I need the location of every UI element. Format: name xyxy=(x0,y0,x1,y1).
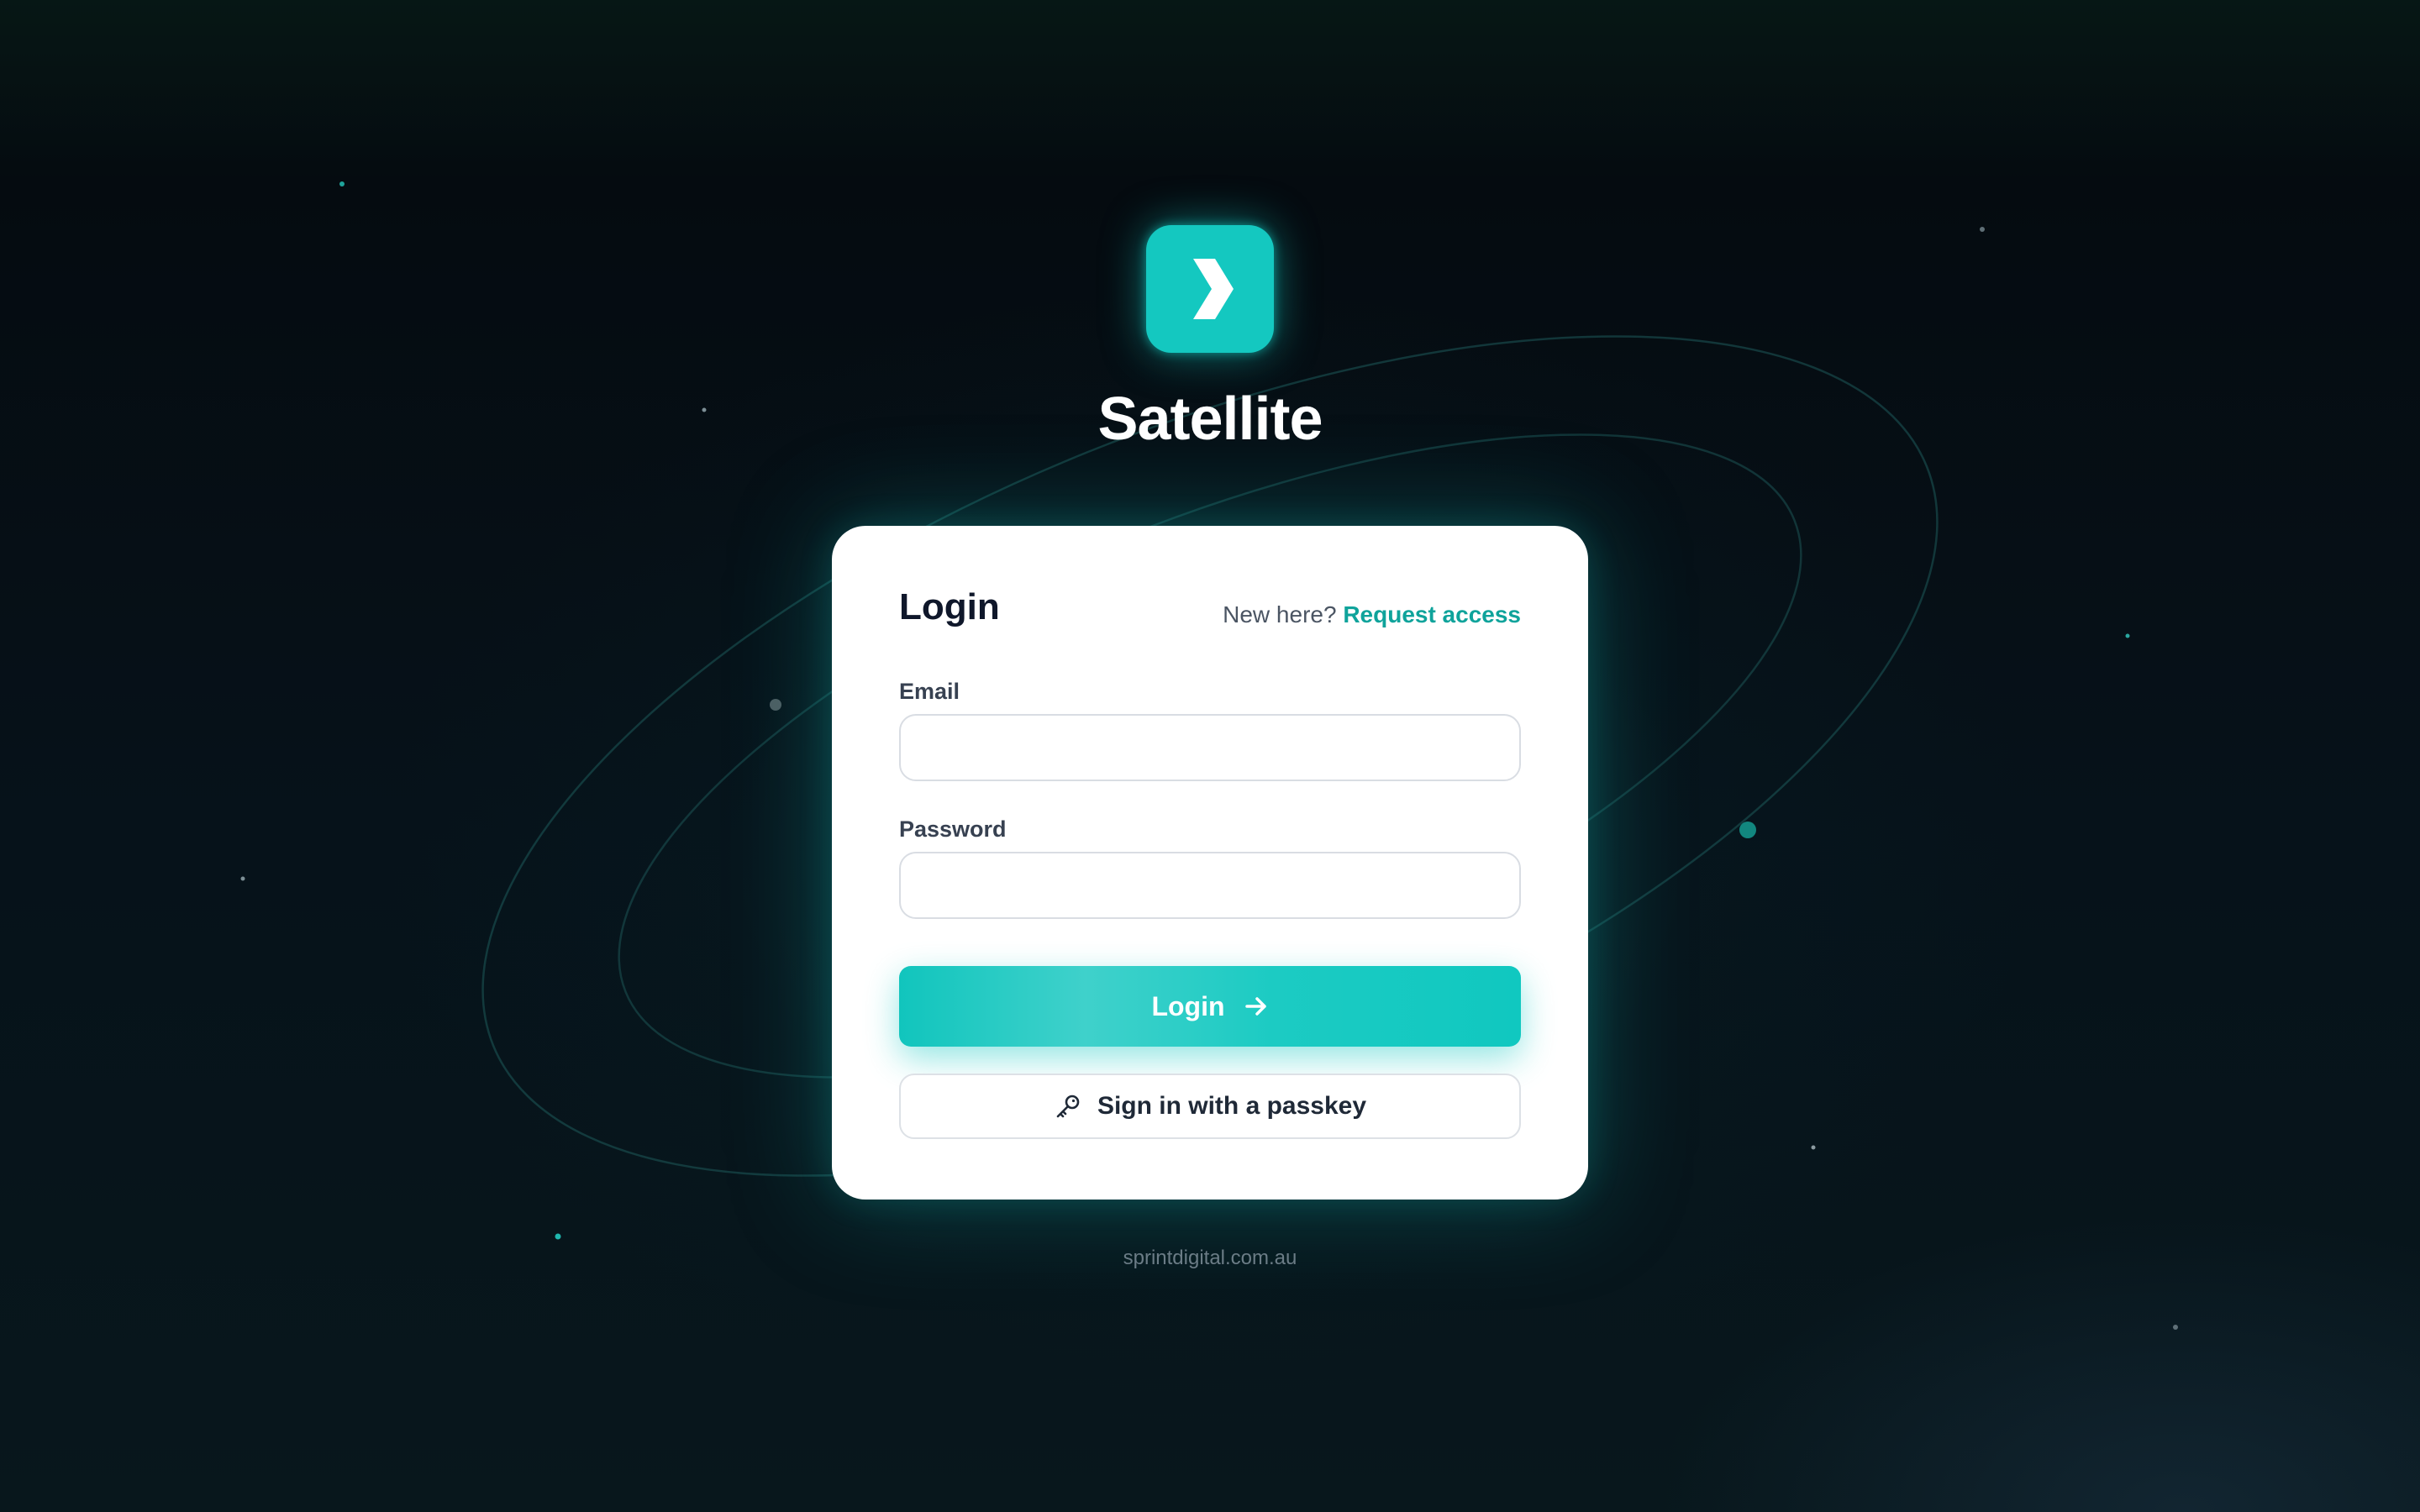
app-title: Satellite xyxy=(1097,386,1323,453)
email-label: Email xyxy=(899,679,960,704)
password-label: Password xyxy=(899,816,1007,842)
request-access-link[interactable]: Request access xyxy=(1343,601,1521,627)
star xyxy=(339,181,345,186)
orbit-planet-teal xyxy=(1739,822,1756,838)
app-logo xyxy=(1146,225,1274,353)
arrow-right-icon xyxy=(1244,997,1266,1016)
star xyxy=(2125,633,2130,638)
star xyxy=(2173,1325,2178,1330)
footer-domain[interactable]: sprintdigital.com.au xyxy=(0,1247,2420,1270)
star xyxy=(555,1233,561,1240)
email-field[interactable] xyxy=(899,714,1521,781)
login-button-label: Login xyxy=(1151,990,1225,1021)
star xyxy=(1980,227,1985,232)
login-heading: Login xyxy=(899,586,1000,627)
orbit-planet-grey xyxy=(770,699,781,711)
chevron-right-icon xyxy=(1193,259,1234,319)
password-field[interactable] xyxy=(899,852,1521,919)
signup-prompt: New here? Request access xyxy=(1223,601,1521,628)
login-card: Login New here? Request access Email Pas… xyxy=(832,526,1588,1200)
key-icon xyxy=(1056,1095,1080,1118)
star xyxy=(240,876,245,881)
login-button[interactable]: Login xyxy=(899,966,1521,1047)
star xyxy=(1811,1145,1816,1150)
signup-prompt-text: New here? xyxy=(1223,601,1337,627)
passkey-button-label: Sign in with a passkey xyxy=(1097,1092,1367,1120)
passkey-button[interactable]: Sign in with a passkey xyxy=(899,1074,1521,1139)
